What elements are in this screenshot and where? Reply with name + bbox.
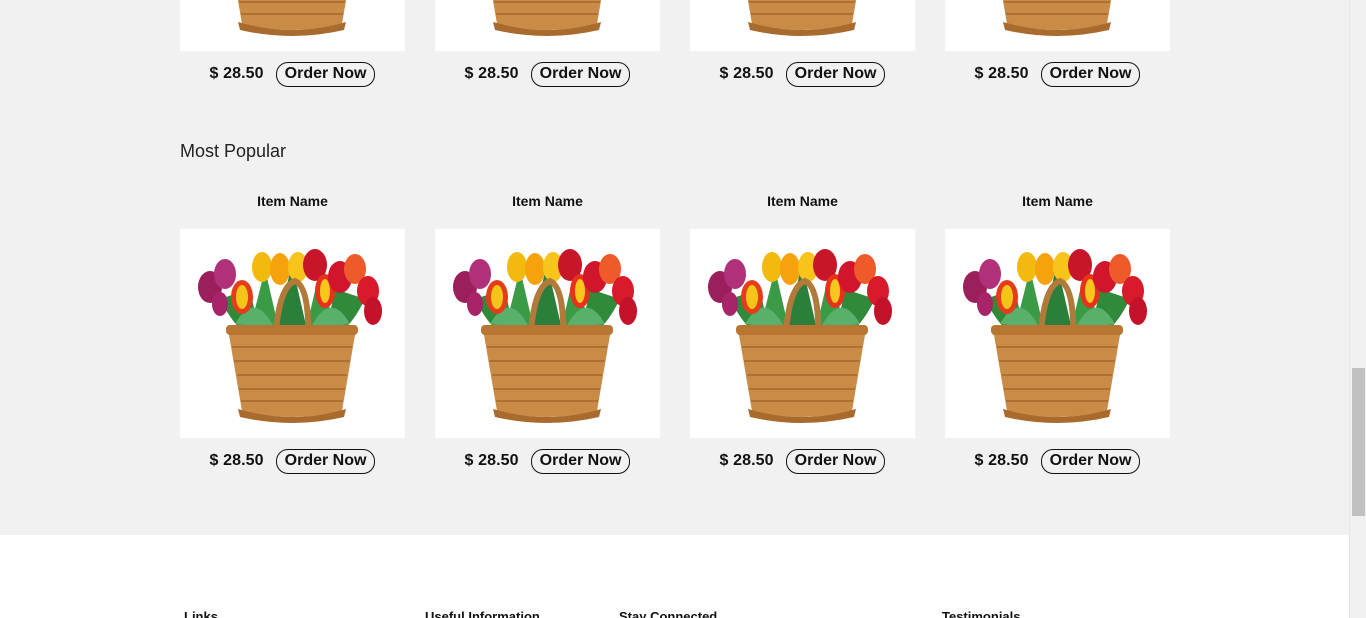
tulip-basket-image[interactable] [690,229,915,438]
order-now-button[interactable]: Order Now [785,448,886,474]
price: $ 28.50 [974,452,1029,469]
item-name[interactable]: Item Name [690,193,915,209]
tulip-basket-image[interactable] [180,0,405,51]
price: $ 28.50 [719,65,774,82]
price: $ 28.50 [209,452,264,469]
price: $ 28.50 [209,65,264,82]
tulip-basket-image[interactable] [435,0,660,51]
vertical-scrollbar[interactable] [1349,0,1366,618]
footer-heading-testimonials: Testimonials [942,609,1021,618]
order-now-button[interactable]: Order Now [530,448,631,474]
order-now-button[interactable]: Order Now [530,61,631,87]
order-now-button[interactable]: Order Now [1040,448,1141,474]
footer-heading-useful-information: Useful Information [425,609,540,618]
price: $ 28.50 [974,65,1029,82]
page: $ 28.50 Order Now $ 28.50 Order Now $ 28… [0,0,1349,618]
order-now-button[interactable]: Order Now [275,448,376,474]
section-title-most-popular: Most Popular [180,141,287,161]
price: $ 28.50 [464,65,519,82]
tulip-basket-image[interactable] [945,229,1170,438]
order-now-button[interactable]: Order Now [1040,61,1141,87]
order-now-button[interactable]: Order Now [785,61,886,87]
tulip-basket-image[interactable] [945,0,1170,51]
footer-heading-links: Links [184,609,218,618]
footer: Links Useful Information Stay Connected … [0,535,1349,618]
tulip-basket-image[interactable] [690,0,915,51]
scrollbar-thumb[interactable] [1352,368,1365,516]
tulip-basket-image[interactable] [180,229,405,438]
item-name[interactable]: Item Name [180,193,405,209]
order-now-button[interactable]: Order Now [275,61,376,87]
item-name[interactable]: Item Name [945,193,1170,209]
item-name[interactable]: Item Name [435,193,660,209]
price: $ 28.50 [719,452,774,469]
price: $ 28.50 [464,452,519,469]
tulip-basket-image[interactable] [435,229,660,438]
footer-heading-stay-connected: Stay Connected [619,609,718,618]
